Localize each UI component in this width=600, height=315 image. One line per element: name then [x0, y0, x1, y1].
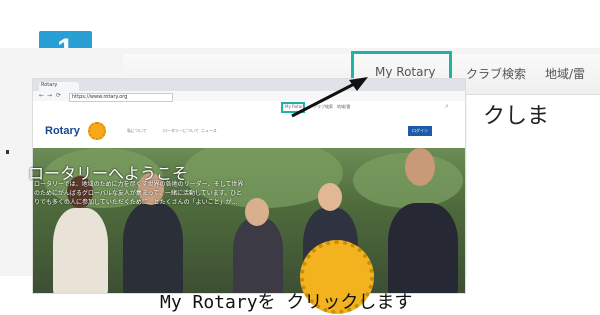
pointer-arrow-icon — [291, 77, 368, 118]
instruction-caption: My Rotaryを クリックします — [160, 292, 413, 313]
edge-mark — [6, 150, 9, 154]
